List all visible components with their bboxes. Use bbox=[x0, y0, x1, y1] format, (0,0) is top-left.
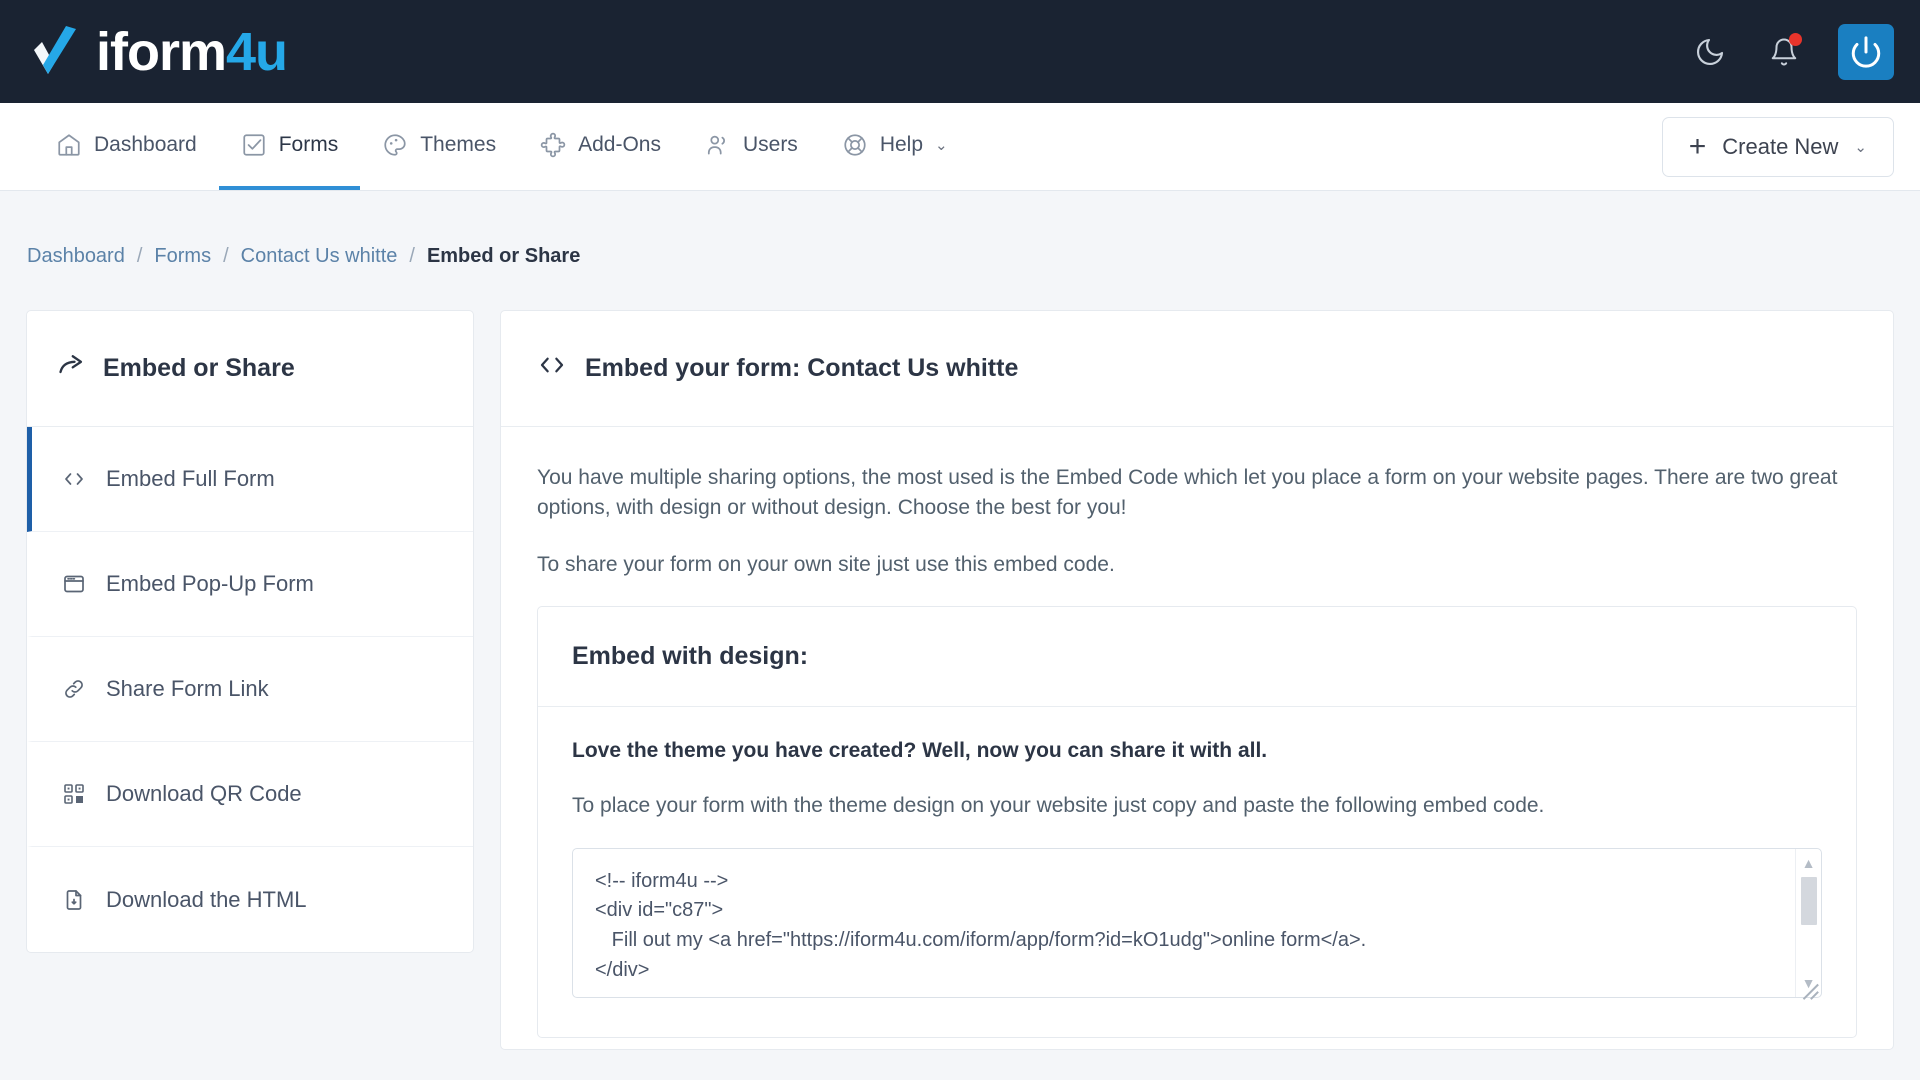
panel-body: Love the theme you have created? Well, n… bbox=[538, 707, 1856, 1036]
code-icon bbox=[62, 467, 88, 491]
nav-right: + Create New ⌄ bbox=[1661, 103, 1894, 190]
code-icon bbox=[537, 350, 567, 387]
logo-text: iform4u bbox=[96, 21, 288, 82]
link-icon bbox=[62, 677, 88, 701]
sidebar-item-download-qr-code[interactable]: Download QR Code bbox=[27, 742, 473, 847]
create-new-button[interactable]: + Create New ⌄ bbox=[1661, 116, 1894, 177]
nav-item-label: Users bbox=[742, 132, 798, 156]
intro-paragraph: You have multiple sharing options, the m… bbox=[537, 466, 1838, 520]
breadcrumb-current: Embed or Share bbox=[426, 245, 581, 267]
notification-badge-dot bbox=[1789, 32, 1802, 46]
sidebar-item-label: Share Form Link bbox=[106, 676, 269, 701]
create-new-label: Create New bbox=[1722, 133, 1839, 159]
nav-item-label: Themes bbox=[420, 132, 497, 156]
plus-icon: + bbox=[1688, 129, 1707, 163]
sidebar-header: Embed or Share bbox=[27, 311, 473, 427]
sidebar-item-share-form-link[interactable]: Share Form Link bbox=[27, 637, 473, 742]
nav-item-label: Add-Ons bbox=[578, 132, 661, 156]
sidebar-item-embed-popup-form[interactable]: Embed Pop-Up Form bbox=[27, 532, 473, 637]
palette-icon bbox=[382, 132, 408, 158]
nav-item-add-ons[interactable]: Add-Ons bbox=[518, 103, 683, 190]
logout-button[interactable] bbox=[1838, 23, 1894, 80]
home-icon bbox=[56, 132, 82, 158]
nav-item-users[interactable]: Users bbox=[683, 103, 820, 190]
nav-item-label: Dashboard bbox=[94, 132, 197, 156]
power-icon bbox=[1851, 35, 1881, 68]
puzzle-icon bbox=[540, 132, 566, 158]
nav-item-forms[interactable]: Forms bbox=[218, 103, 361, 190]
breadcrumb-item-forms[interactable]: Forms bbox=[154, 245, 211, 268]
notifications-button[interactable] bbox=[1764, 32, 1804, 72]
breadcrumb-separator: / bbox=[223, 245, 229, 267]
sidebar-item-label: Download QR Code bbox=[106, 781, 302, 806]
nav-item-themes[interactable]: Themes bbox=[360, 103, 518, 190]
breadcrumb-item-form-name[interactable]: Contact Us whitte bbox=[241, 245, 398, 268]
share-paragraph: To share your form on your own site just… bbox=[537, 552, 1115, 576]
logo-text-white: iform bbox=[96, 21, 227, 82]
main-navigation: Dashboard Forms Themes Add-Ons Users Hel… bbox=[0, 103, 1920, 191]
sidebar-header-label: Embed or Share bbox=[103, 354, 295, 382]
card-body: You have multiple sharing options, the m… bbox=[501, 427, 1893, 1038]
panel-instruction: To place your form with the theme design… bbox=[572, 794, 1545, 818]
lifebuoy-icon bbox=[842, 132, 868, 158]
check-logo-icon bbox=[34, 25, 76, 74]
sidebar-item-label: Embed Pop-Up Form bbox=[106, 571, 314, 596]
nav-item-label: Help bbox=[879, 132, 924, 156]
breadcrumb: Dashboard / Forms / Contact Us whitte / … bbox=[0, 191, 1920, 268]
textarea-scrollbar[interactable]: ▲ ▼ bbox=[1795, 848, 1821, 997]
share-arrow-icon bbox=[57, 351, 85, 386]
sidebar-item-embed-full-form[interactable]: Embed Full Form bbox=[27, 427, 473, 532]
top-bar: iform4u bbox=[0, 0, 1920, 103]
top-bar-actions bbox=[1690, 23, 1894, 80]
users-icon bbox=[705, 132, 731, 158]
qr-code-icon bbox=[62, 782, 88, 806]
app-logo[interactable]: iform4u bbox=[30, 21, 288, 82]
window-icon bbox=[62, 572, 88, 596]
logo-text-accent: 4u bbox=[226, 21, 288, 82]
scroll-up-arrow-icon[interactable]: ▲ bbox=[1802, 849, 1816, 877]
sidebar-item-download-the-html[interactable]: Download the HTML bbox=[27, 847, 473, 952]
breadcrumb-item-dashboard[interactable]: Dashboard bbox=[27, 245, 125, 268]
nav-item-dashboard[interactable]: Dashboard bbox=[34, 103, 219, 190]
panel-title: Embed with design: bbox=[538, 607, 1856, 708]
page-content: Embed or Share Embed Full Form Embed Pop… bbox=[0, 268, 1920, 1050]
chevron-down-icon: ⌄ bbox=[1854, 138, 1867, 156]
nav-items: Dashboard Forms Themes Add-Ons Users Hel… bbox=[34, 103, 970, 190]
nav-item-help[interactable]: Help ⌄ bbox=[820, 103, 970, 190]
chevron-down-icon: ⌄ bbox=[935, 136, 948, 154]
file-download-icon bbox=[62, 888, 88, 912]
scrollbar-thumb[interactable] bbox=[1800, 876, 1817, 925]
card-header: Embed your form: Contact Us whitte bbox=[501, 311, 1893, 427]
dark-mode-toggle[interactable] bbox=[1690, 32, 1730, 72]
embed-share-sidebar: Embed or Share Embed Full Form Embed Pop… bbox=[26, 310, 474, 953]
embed-with-design-panel: Embed with design: Love the theme you ha… bbox=[537, 606, 1857, 1038]
nav-item-label: Forms bbox=[278, 132, 339, 156]
breadcrumb-separator: / bbox=[409, 245, 415, 267]
sidebar-item-label: Download the HTML bbox=[106, 886, 307, 912]
scroll-down-arrow-icon[interactable]: ▼ bbox=[1802, 969, 1816, 997]
embed-code-textarea[interactable] bbox=[572, 847, 1822, 998]
panel-lead: Love the theme you have created? Well, n… bbox=[572, 739, 1268, 763]
embed-form-card: Embed your form: Contact Us whitte You h… bbox=[500, 310, 1894, 1050]
sidebar-item-label: Embed Full Form bbox=[106, 466, 275, 491]
card-title: Embed your form: Contact Us whitte bbox=[585, 354, 1019, 382]
moon-icon bbox=[1697, 38, 1724, 65]
embed-code-wrapper: ▲ ▼ bbox=[572, 847, 1822, 1003]
checked-square-icon bbox=[241, 132, 267, 158]
breadcrumb-separator: / bbox=[136, 245, 143, 267]
